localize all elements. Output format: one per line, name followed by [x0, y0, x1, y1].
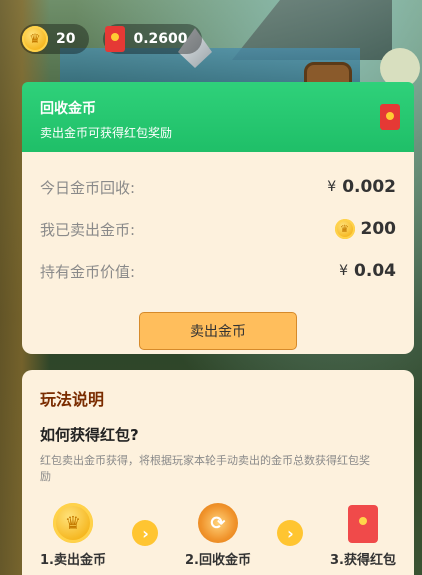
- sell-coins-button[interactable]: 卖出金币: [139, 312, 297, 350]
- sold-coins-value: ♛ 200: [334, 219, 397, 239]
- held-value-row: 持有金币价值: ¥ 0.04: [40, 250, 396, 292]
- row-value: 0.04: [354, 261, 396, 281]
- held-value-value: ¥ 0.04: [339, 261, 396, 281]
- recycle-subtitle: 卖出金币可获得红包奖励: [40, 126, 173, 140]
- recycle-icon: ⟳: [197, 503, 238, 543]
- step-recycle-coins: ⟳ 2.回收金币: [185, 503, 251, 568]
- red-envelope-icon: [347, 505, 378, 543]
- today-recycle-row: 今日金币回收: ¥ 0.002: [40, 166, 396, 208]
- rules-description: 红包卖出金币获得，将根据玩家本轮手动卖出的金币总数获得红包奖励: [40, 454, 370, 483]
- step-label: 3.获得红包: [329, 553, 396, 568]
- sold-coins-row: 我已卖出金币: ♛ 200: [40, 208, 396, 250]
- coin-icon: ♛: [52, 503, 93, 543]
- rules-card: 玩法说明 如何获得红包? 红包卖出金币获得，将根据玩家本轮手动卖出的金币总数获得…: [22, 370, 414, 575]
- currency-symbol: ¥: [327, 179, 337, 195]
- currency-symbol: ¥: [339, 263, 349, 279]
- currency-bar: ♛ 20 0.2600: [20, 24, 202, 54]
- coin-balance-pill[interactable]: ♛ 20: [20, 24, 90, 54]
- rules-question: 如何获得红包?: [40, 426, 139, 444]
- recycle-title: 回收金币: [40, 101, 96, 117]
- step-label: 1.卖出金币: [40, 553, 106, 568]
- step-sell-coins: ♛ 1.卖出金币: [40, 503, 106, 568]
- red-envelope-icon: [380, 104, 400, 130]
- cash-balance: 0.2600: [133, 31, 188, 47]
- coin-icon: ♛: [22, 26, 48, 52]
- coin-count: 20: [56, 31, 76, 47]
- steps-row: ♛ 1.卖出金币 › ⟳ 2.回收金币 › 3.获得红包: [40, 503, 396, 568]
- row-label: 今日金币回收:: [40, 178, 136, 197]
- rules-title: 玩法说明: [40, 390, 105, 409]
- coin-icon: ♛: [334, 219, 355, 239]
- red-envelope-icon: [105, 26, 126, 52]
- chevron-right-icon: ›: [277, 520, 304, 546]
- row-value: 200: [360, 219, 397, 239]
- row-label: 我已卖出金币:: [40, 220, 136, 239]
- row-label: 持有金币价值:: [40, 262, 136, 281]
- today-recycle-value: ¥ 0.002: [327, 177, 396, 197]
- cash-balance-pill[interactable]: 0.2600: [103, 24, 202, 54]
- step-get-red-envelope: 3.获得红包: [330, 505, 396, 568]
- recycle-header: 回收金币 卖出金币可获得红包奖励: [22, 82, 414, 152]
- step-label: 2.回收金币: [184, 553, 251, 568]
- recycle-coins-card: 回收金币 卖出金币可获得红包奖励 今日金币回收: ¥ 0.002 我已卖出金币:…: [22, 82, 414, 354]
- chevron-right-icon: ›: [132, 520, 159, 546]
- row-value: 0.002: [342, 177, 396, 197]
- recycle-body: 今日金币回收: ¥ 0.002 我已卖出金币: ♛ 200 持有金币价值: ¥ …: [22, 152, 414, 354]
